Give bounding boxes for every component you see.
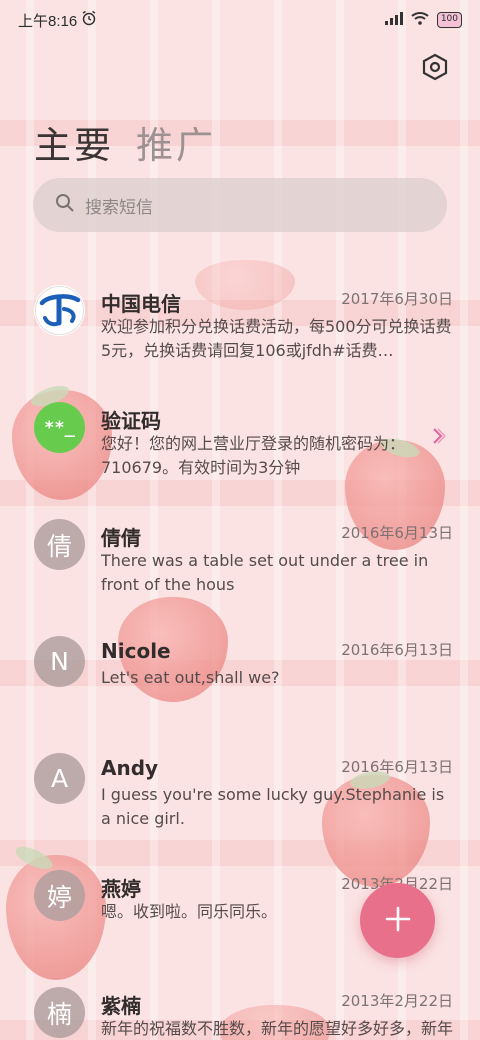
tab-bar: 主要 推广 xyxy=(34,115,216,169)
avatar: **_ xyxy=(34,402,85,453)
chevron-right-icon xyxy=(432,427,447,450)
conversation-item[interactable]: 中国电信 2017年6月30日 欢迎参加积分兑换话费活动，每500分可兑换话费5… xyxy=(0,268,480,385)
search-bar[interactable]: 搜索短信 xyxy=(33,178,447,232)
message-preview: 新年的祝福数不胜数，新年的愿望好多好多，新年的问候依旧美好，在这个温馨的时刻，… xyxy=(101,1019,453,1038)
message-date: 2013年2月22日 xyxy=(341,992,453,1010)
new-message-button[interactable] xyxy=(360,883,435,958)
message-preview: 您好！您的网上营业厅登录的随机密码为：710679。有效时间为3分钟 xyxy=(101,434,406,477)
wifi-icon xyxy=(411,11,429,29)
contact-name: Andy xyxy=(101,756,159,780)
contact-name: Nicole xyxy=(101,639,171,663)
tab-primary[interactable]: 主要 xyxy=(34,115,114,169)
message-preview: 欢迎参加积分兑换话费活动，每500分可兑换话费5元，兑换话费请回复106或jfd… xyxy=(101,317,452,360)
signal-icon xyxy=(384,11,403,29)
contact-name: 中国电信 xyxy=(101,292,181,316)
contact-name: 倩倩 xyxy=(101,526,141,550)
conversation-item[interactable]: A Andy 2016年6月13日 I guess you're some lu… xyxy=(0,736,480,853)
status-time: 上午8:16 xyxy=(18,12,78,30)
conversation-item[interactable]: N Nicole 2016年6月13日 Let's eat out,shall … xyxy=(0,619,480,736)
contact-name: 紫楠 xyxy=(101,994,141,1018)
avatar: 倩 xyxy=(34,519,85,570)
tab-promotions[interactable]: 推广 xyxy=(136,115,216,169)
avatar: 婷 xyxy=(34,870,85,921)
status-bar: 上午8:16 100 xyxy=(0,0,480,40)
avatar: 楠 xyxy=(34,987,85,1038)
conversation-item[interactable]: **_ 验证码 您好！您的网上营业厅登录的随机密码为：710679。有效时间为3… xyxy=(0,385,480,502)
message-date: 2016年6月13日 xyxy=(341,524,453,542)
contact-name: 燕婷 xyxy=(101,877,141,901)
conversation-item[interactable]: 倩 倩倩 2016年6月13日 There was a table set ou… xyxy=(0,502,480,619)
message-date: 2017年6月30日 xyxy=(341,290,453,308)
conversation-item[interactable]: 楠 紫楠 2013年2月22日 新年的祝福数不胜数，新年的愿望好多好多，新年的问… xyxy=(0,970,480,1040)
message-preview: I guess you're some lucky guy.Stephanie … xyxy=(101,785,445,828)
settings-button[interactable] xyxy=(420,53,450,85)
avatar: A xyxy=(34,753,85,804)
settings-icon xyxy=(422,53,448,85)
contact-name: 验证码 xyxy=(101,409,161,433)
message-preview: Let's eat out,shall we? xyxy=(101,668,280,687)
plus-icon xyxy=(384,905,412,937)
battery-icon: 100 xyxy=(436,12,462,28)
message-preview: There was a table set out under a tree i… xyxy=(101,551,429,594)
search-input[interactable]: 搜索短信 xyxy=(85,193,153,218)
message-date: 2016年6月13日 xyxy=(341,641,453,659)
avatar: N xyxy=(34,636,85,687)
alarm-icon xyxy=(81,10,97,30)
search-icon xyxy=(55,193,75,217)
china-telecom-logo xyxy=(34,285,85,336)
message-date: 2016年6月13日 xyxy=(341,758,453,776)
